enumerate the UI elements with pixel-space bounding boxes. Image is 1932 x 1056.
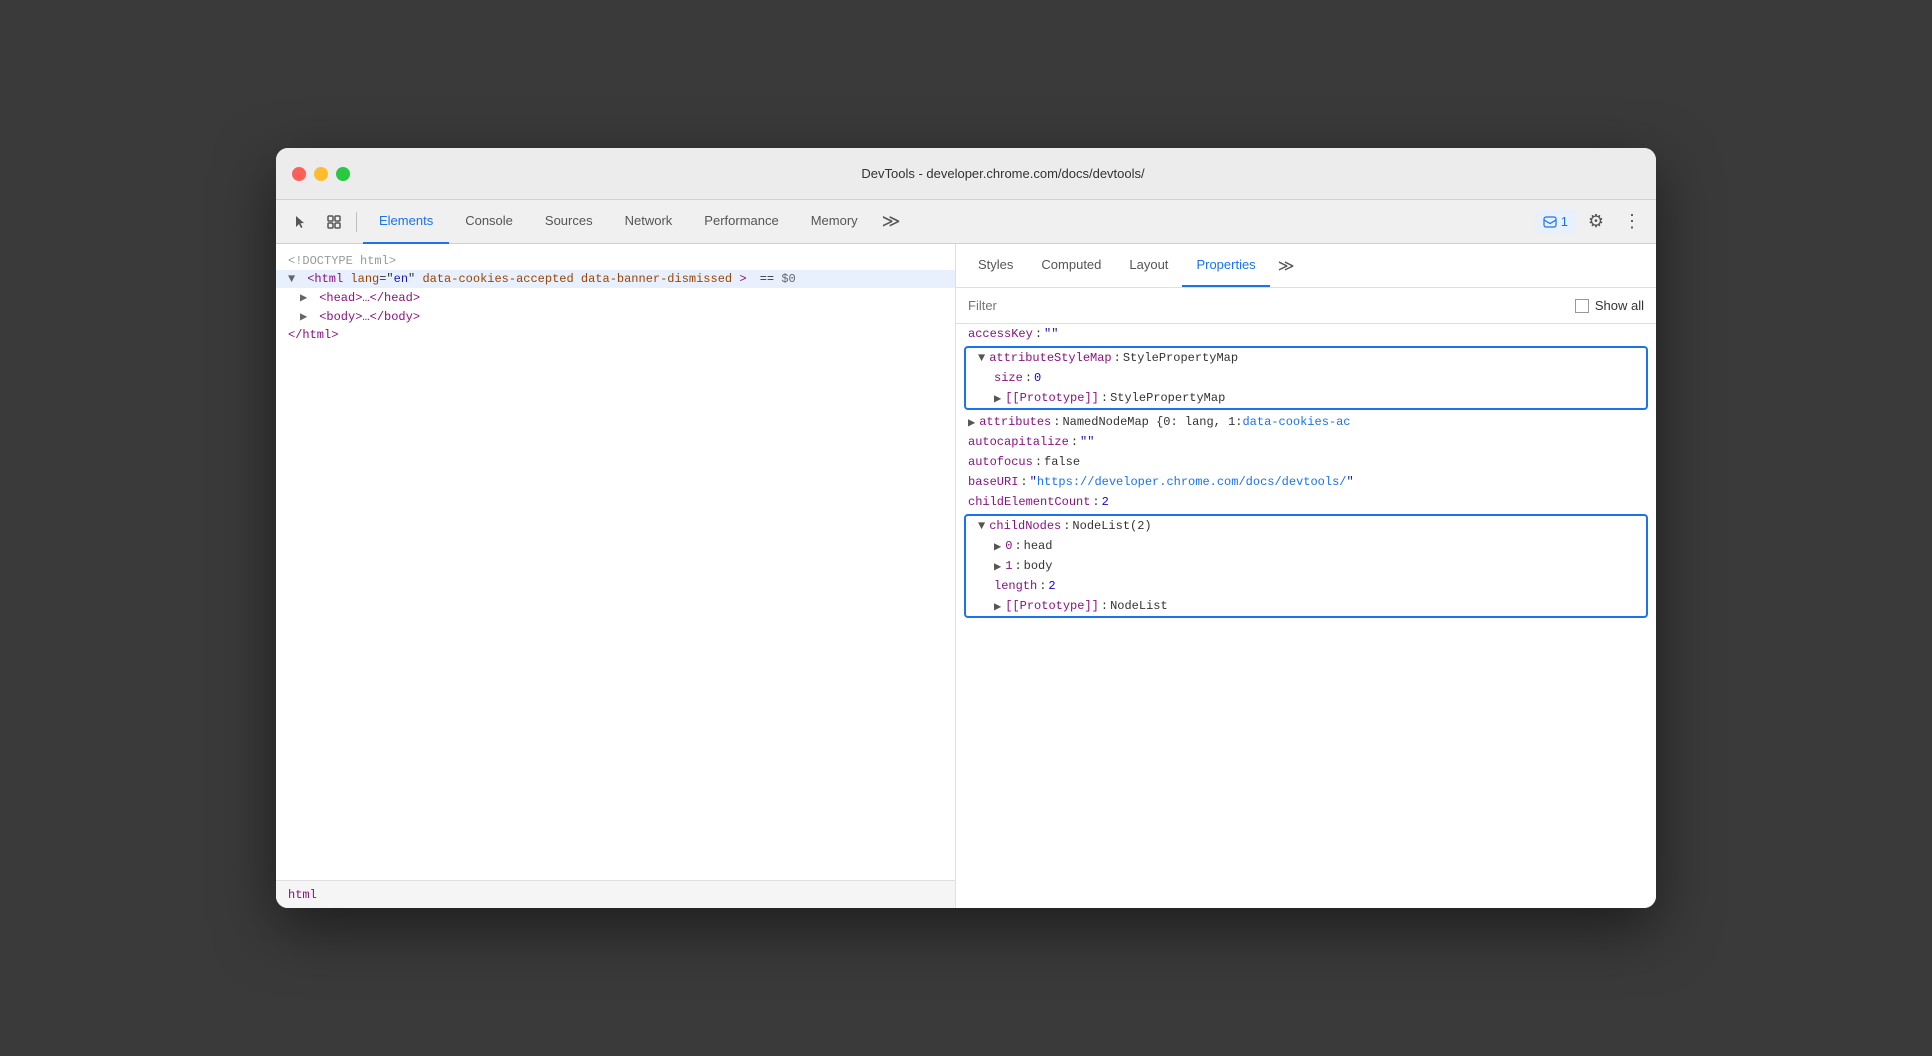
filter-input[interactable] xyxy=(968,298,1567,313)
expand-arrow-head[interactable]: ▶ xyxy=(300,290,312,305)
minimize-button[interactable] xyxy=(314,167,328,181)
title-bar: DevTools - developer.chrome.com/docs/dev… xyxy=(276,148,1656,200)
prop-attributeStyleMap[interactable]: ▼ attributeStyleMap : StylePropertyMap xyxy=(966,348,1646,368)
body-line[interactable]: ▶ <body>…</body> xyxy=(276,307,955,326)
tab-console[interactable]: Console xyxy=(449,200,529,244)
expand-arrow-body[interactable]: ▶ xyxy=(300,309,312,324)
toolbar-divider xyxy=(356,212,357,232)
devtools-toolbar: Elements Console Sources Network Perform… xyxy=(276,200,1656,244)
prop-length: length : 2 xyxy=(966,576,1646,596)
prop-prototype-style[interactable]: ▶ [[Prototype]] : StylePropertyMap xyxy=(966,388,1646,408)
html-close-line: </html> xyxy=(276,326,955,344)
breadcrumb: html xyxy=(276,880,955,908)
prop-autofocus: autofocus : false xyxy=(956,452,1656,472)
close-button[interactable] xyxy=(292,167,306,181)
panel-tabs: Styles Computed Layout Properties ≫ xyxy=(956,244,1656,288)
filter-bar: Show all xyxy=(956,288,1656,324)
tab-elements[interactable]: Elements xyxy=(363,200,449,244)
right-panel: Styles Computed Layout Properties ≫ Sh xyxy=(956,244,1656,908)
prop-childNodes-box: ▼ childNodes : NodeList(2) ▶ 0 : head ▶ … xyxy=(964,514,1648,618)
expand-prototype-style[interactable]: ▶ xyxy=(994,391,1001,406)
prop-accessKey: accessKey : "" xyxy=(956,324,1656,344)
inspect-icon[interactable] xyxy=(318,206,350,238)
cursor-icon[interactable] xyxy=(284,206,316,238)
show-all-area: Show all xyxy=(1575,298,1644,313)
prop-attributeStyleMap-box: ▼ attributeStyleMap : StylePropertyMap s… xyxy=(964,346,1648,410)
show-all-checkbox[interactable] xyxy=(1575,299,1589,313)
devtools-window: DevTools - developer.chrome.com/docs/dev… xyxy=(276,148,1656,908)
prop-node-1[interactable]: ▶ 1 : body xyxy=(966,556,1646,576)
more-options-button[interactable]: ⋮ xyxy=(1616,206,1648,238)
tab-computed[interactable]: Computed xyxy=(1027,244,1115,287)
expand-arrow-html[interactable]: ▼ xyxy=(288,272,300,286)
tab-layout[interactable]: Layout xyxy=(1115,244,1182,287)
elements-panel: <!DOCTYPE html> ▼ <html lang="en" data-c… xyxy=(276,244,956,908)
more-panel-tabs[interactable]: ≫ xyxy=(1270,244,1303,287)
expand-prototype-nodelist[interactable]: ▶ xyxy=(994,599,1001,614)
tab-network[interactable]: Network xyxy=(609,200,689,244)
tab-memory[interactable]: Memory xyxy=(795,200,874,244)
properties-area[interactable]: accessKey : "" ▼ attributeStyleMap : Sty… xyxy=(956,324,1656,908)
dom-tree[interactable]: <!DOCTYPE html> ▼ <html lang="en" data-c… xyxy=(276,244,955,880)
tab-performance[interactable]: Performance xyxy=(688,200,794,244)
expand-childNodes[interactable]: ▼ xyxy=(978,519,985,533)
expand-attributeStyleMap[interactable]: ▼ xyxy=(978,351,985,365)
main-content: <!DOCTYPE html> ▼ <html lang="en" data-c… xyxy=(276,244,1656,908)
prop-size: size : 0 xyxy=(966,368,1646,388)
expand-node-0[interactable]: ▶ xyxy=(994,539,1001,554)
notifications-badge[interactable]: 1 xyxy=(1535,210,1576,233)
tab-sources[interactable]: Sources xyxy=(529,200,609,244)
more-tabs-button[interactable]: ≫ xyxy=(874,200,909,244)
prop-childNodes[interactable]: ▼ childNodes : NodeList(2) xyxy=(966,516,1646,536)
settings-button[interactable]: ⚙ xyxy=(1580,206,1612,238)
maximize-button[interactable] xyxy=(336,167,350,181)
toolbar-right: 1 ⚙ ⋮ xyxy=(1535,206,1648,238)
prop-baseURI: baseURI : "https://developer.chrome.com/… xyxy=(956,472,1656,492)
prop-autocapitalize: autocapitalize : "" xyxy=(956,432,1656,452)
tab-styles[interactable]: Styles xyxy=(964,244,1027,287)
expand-attributes[interactable]: ▶ xyxy=(968,415,975,430)
tab-properties[interactable]: Properties xyxy=(1182,244,1269,287)
head-line[interactable]: ▶ <head>…</head> xyxy=(276,288,955,307)
prop-childElementCount: childElementCount : 2 xyxy=(956,492,1656,512)
main-tab-bar: Elements Console Sources Network Perform… xyxy=(363,200,1533,244)
doctype-line: <!DOCTYPE html> xyxy=(276,252,955,270)
prop-prototype-nodelist[interactable]: ▶ [[Prototype]] : NodeList xyxy=(966,596,1646,616)
traffic-lights xyxy=(292,167,350,181)
html-tag-line[interactable]: ▼ <html lang="en" data-cookies-accepted … xyxy=(276,270,955,288)
prop-node-0[interactable]: ▶ 0 : head xyxy=(966,536,1646,556)
window-title: DevTools - developer.chrome.com/docs/dev… xyxy=(366,166,1640,181)
expand-node-1[interactable]: ▶ xyxy=(994,559,1001,574)
prop-attributes[interactable]: ▶ attributes : NamedNodeMap {0: lang, 1:… xyxy=(956,412,1656,432)
show-all-label: Show all xyxy=(1595,298,1644,313)
